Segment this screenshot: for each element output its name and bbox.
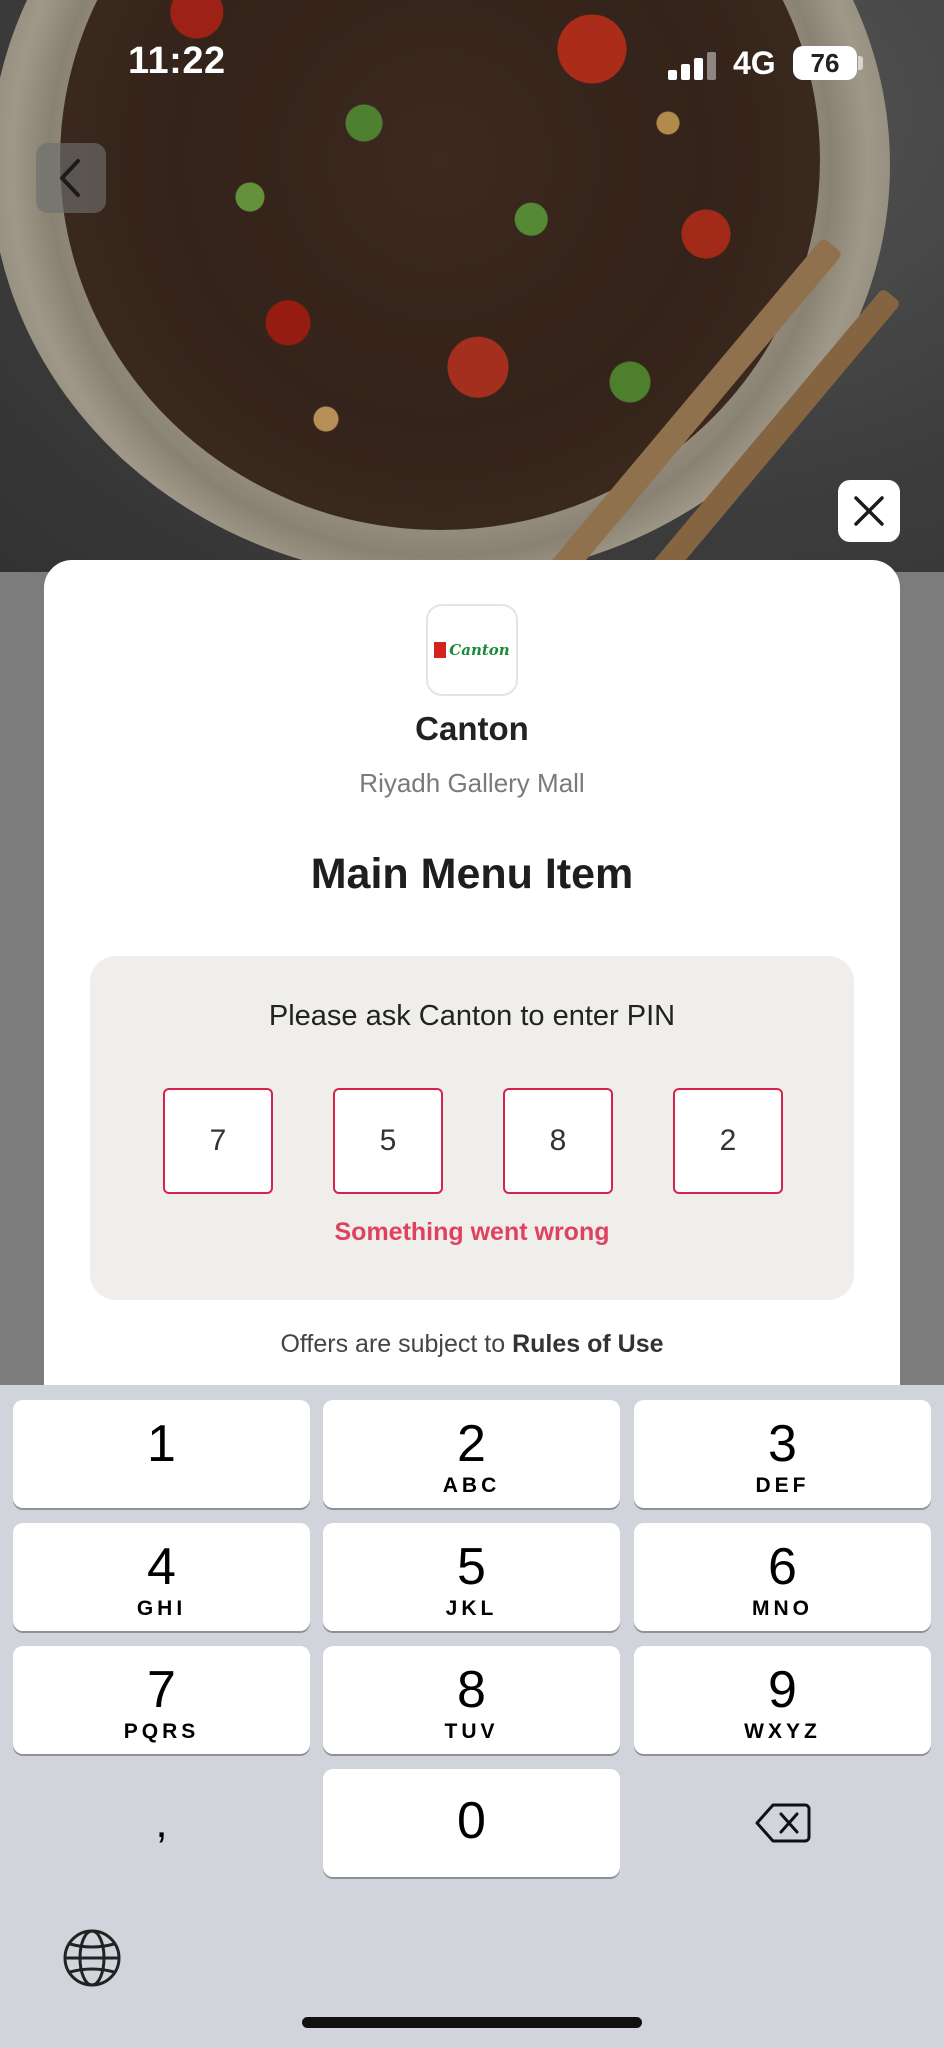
key-digit: 2 — [457, 1415, 486, 1473]
pin-digit-field[interactable]: 7 — [163, 1088, 273, 1194]
close-icon — [854, 496, 884, 526]
key-digit: 9 — [768, 1661, 797, 1719]
key-2[interactable]: 2 ABC — [323, 1400, 620, 1508]
key-letters: WXYZ — [744, 1720, 821, 1743]
key-digit: 3 — [768, 1415, 797, 1473]
key-digit: 6 — [768, 1538, 797, 1596]
pin-prompt: Please ask Canton to enter PIN — [268, 1000, 676, 1032]
restaurant-location: Riyadh Gallery Mall — [359, 768, 585, 798]
globe-icon — [63, 1929, 121, 1987]
key-digit: 7 — [147, 1661, 176, 1719]
key-digit: 4 — [147, 1538, 176, 1596]
key-6[interactable]: 6 MNO — [634, 1523, 931, 1631]
key-4[interactable]: 4 GHI — [13, 1523, 310, 1631]
battery-icon: 76 — [793, 46, 857, 80]
key-letters: PQRS — [123, 1720, 200, 1743]
battery-tip — [858, 56, 863, 70]
key-9[interactable]: 9 WXYZ — [634, 1646, 931, 1754]
key-letters: ABC — [442, 1474, 501, 1497]
restaurant-logo: Canton — [426, 604, 518, 696]
home-indicator[interactable] — [302, 2017, 642, 2028]
key-letters: TUV — [444, 1720, 499, 1743]
pin-digit-field[interactable]: 5 — [333, 1088, 443, 1194]
status-bar: 11:22 4G 76 — [0, 0, 944, 130]
rules-of-use-link[interactable]: Rules of Use — [512, 1330, 663, 1358]
pin-panel: Please ask Canton to enter PIN 7 5 8 2 S… — [90, 956, 854, 1300]
key-digit: 0 — [457, 1792, 486, 1850]
key-3[interactable]: 3 DEF — [634, 1400, 931, 1508]
network-type: 4G — [733, 45, 776, 81]
signal-icon — [668, 52, 716, 80]
globe-button[interactable] — [62, 1928, 122, 1988]
restaurant-name: Canton — [415, 710, 529, 747]
key-0[interactable]: 0 — [323, 1769, 620, 1877]
key-digit: 5 — [457, 1538, 486, 1596]
key-letters: MNO — [752, 1597, 813, 1620]
chevron-left-icon — [60, 159, 80, 197]
logo-text: Canton — [449, 641, 510, 659]
status-time: 11:22 — [128, 40, 226, 82]
key-5[interactable]: 5 JKL — [323, 1523, 620, 1631]
close-button[interactable] — [838, 480, 900, 542]
key-letters: DEF — [755, 1474, 810, 1497]
terms-text: Offers are subject to Rules of Use — [44, 1330, 900, 1359]
backspace-icon — [755, 1803, 810, 1843]
key-8[interactable]: 8 TUV — [323, 1646, 620, 1754]
pin-error-message: Something went wrong — [334, 1218, 610, 1246]
key-7[interactable]: 7 PQRS — [13, 1646, 310, 1754]
key-digit: 1 — [147, 1415, 176, 1473]
logo-mark — [434, 642, 447, 658]
terms-prefix: Offers are subject to — [280, 1330, 513, 1358]
pin-digit-field[interactable]: 8 — [503, 1088, 613, 1194]
key-letters: JKL — [445, 1597, 498, 1620]
offer-title: Main Menu Item — [310, 850, 634, 898]
delete-key[interactable] — [634, 1769, 931, 1877]
back-button[interactable] — [36, 143, 106, 213]
key-digit: 8 — [457, 1661, 486, 1719]
key-1[interactable]: 1 — [13, 1400, 310, 1508]
key-comma[interactable]: , — [13, 1769, 310, 1877]
key-letters: GHI — [136, 1597, 187, 1620]
pin-digit-field[interactable]: 2 — [673, 1088, 783, 1194]
